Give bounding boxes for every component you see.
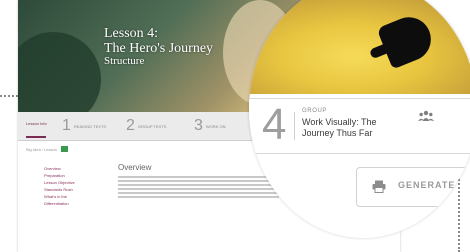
step-label: WORK ON [205,123,226,129]
card-divider [294,112,295,140]
hero-foliage [18,32,101,112]
step-label: GROUP TEXTS [137,123,167,129]
magnifier-content: 4 GROUP Work Visually: The Journey Thus … [249,0,470,238]
step-number: 1 [62,117,71,134]
step-label: READING TEXTS [73,123,107,129]
group-icon [418,110,434,121]
activity-kicker: GROUP [302,108,328,114]
side-nav-item-whats-in[interactable]: What's in the [44,193,106,200]
step-item-3[interactable]: 3 WORK ON [194,115,240,137]
side-nav-item-overview[interactable]: Overview [44,165,106,172]
status-badge [60,146,68,152]
side-nav-item-preparation[interactable]: Preparation [44,172,106,179]
breadcrumb-text[interactable]: Big Idea / Lesson [26,147,57,152]
side-nav: Overview Preparation Lesson Objective St… [44,165,106,207]
side-nav-item-objective[interactable]: Lesson Objective [44,179,106,186]
lesson-title-line1: Lesson 4: [104,26,159,41]
side-nav-item-differentiation[interactable]: Differentiation [44,200,106,207]
activity-number: 4 [262,100,287,149]
print-icon [372,180,386,193]
step-number: 2 [126,117,135,134]
lesson-title-line3: Structure [104,55,145,67]
step-item-2[interactable]: 2 GROUP TEXTS [126,115,172,137]
side-nav-item-standards[interactable]: Standards Rush [44,186,106,193]
magnifier-lens: 4 GROUP Work Visually: The Journey Thus … [249,0,470,238]
lesson-title: Lesson 4: The Hero's Journey Structure [104,26,214,67]
active-tab-indicator [26,136,46,138]
breadcrumb: Big Idea / Lesson [26,146,68,152]
lesson-title-line2: The Hero's Journey [104,41,214,56]
activity-title[interactable]: Work Visually: The Journey Thus Far [302,117,408,139]
tab-lesson-info[interactable]: Lesson Info [26,121,52,126]
generate-label: GENERATE [398,180,456,190]
magnified-hero [249,0,470,94]
step-item-1[interactable]: 1 READING TEXTS [62,115,108,137]
step-number: 3 [194,117,203,134]
